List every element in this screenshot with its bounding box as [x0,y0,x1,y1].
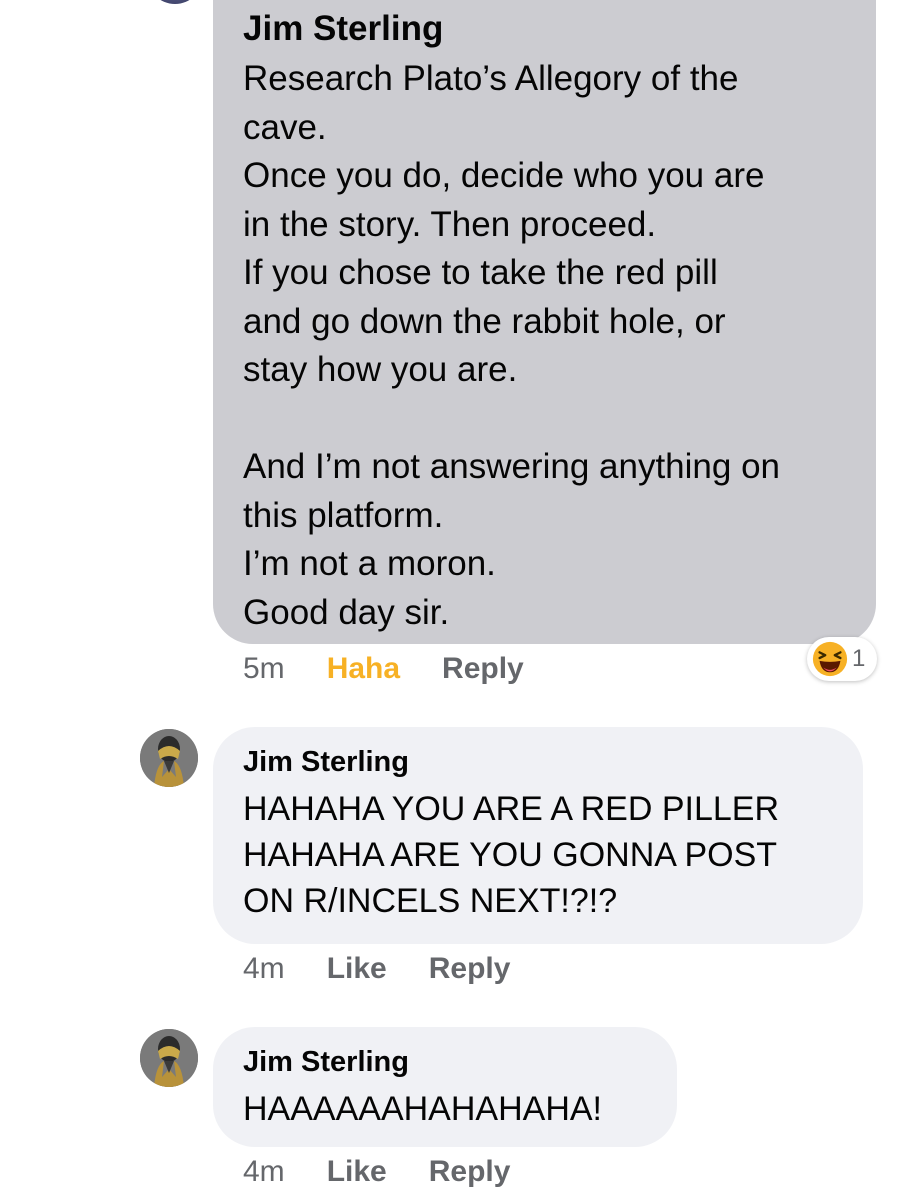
avatar[interactable] [147,0,203,4]
haha-reaction-button[interactable]: Haha [327,651,400,687]
comment-timestamp[interactable]: 5m [243,651,285,687]
avatar-image [140,1029,198,1087]
reply-button[interactable]: Reply [429,951,511,987]
comment-bubble: Jim Sterling HAHAHA YOU ARE A RED PILLER… [213,727,863,944]
comment-timestamp[interactable]: 4m [243,1154,285,1190]
comment-text: Research Plato’s Allegory of the cave. O… [243,59,780,632]
comment-actions: 4m Like Reply [243,951,510,987]
comment-text: HAAAAAAHAHAHAHA! [243,1090,602,1128]
laughing-emoji-icon [812,641,848,677]
avatar[interactable] [140,729,198,787]
comment-author[interactable]: Jim Sterling [243,744,863,780]
comment-bubble: Jim Sterling Research Plato’s Allegory o… [213,0,876,644]
like-button[interactable]: Like [327,951,387,987]
comment-author[interactable]: Jim Sterling [243,1044,677,1080]
comment-actions: 4m Like Reply [243,1154,510,1190]
like-button[interactable]: Like [327,1154,387,1190]
comment-actions: 5m Haha Reply [243,651,524,687]
comment-bubble: Jim Sterling HAAAAAAHAHAHAHA! [213,1027,677,1147]
comment-author[interactable]: Jim Sterling [243,9,876,49]
reply-button[interactable]: Reply [429,1154,511,1190]
reaction-count: 1 [852,645,866,672]
reply-button[interactable]: Reply [442,651,524,687]
comment-text: HAHAHA YOU ARE A RED PILLER HAHAHA ARE Y… [243,790,780,920]
avatar-image [140,729,198,787]
comment-timestamp[interactable]: 4m [243,951,285,987]
avatar[interactable] [140,1029,198,1087]
reaction-summary[interactable]: 1 [807,637,877,681]
